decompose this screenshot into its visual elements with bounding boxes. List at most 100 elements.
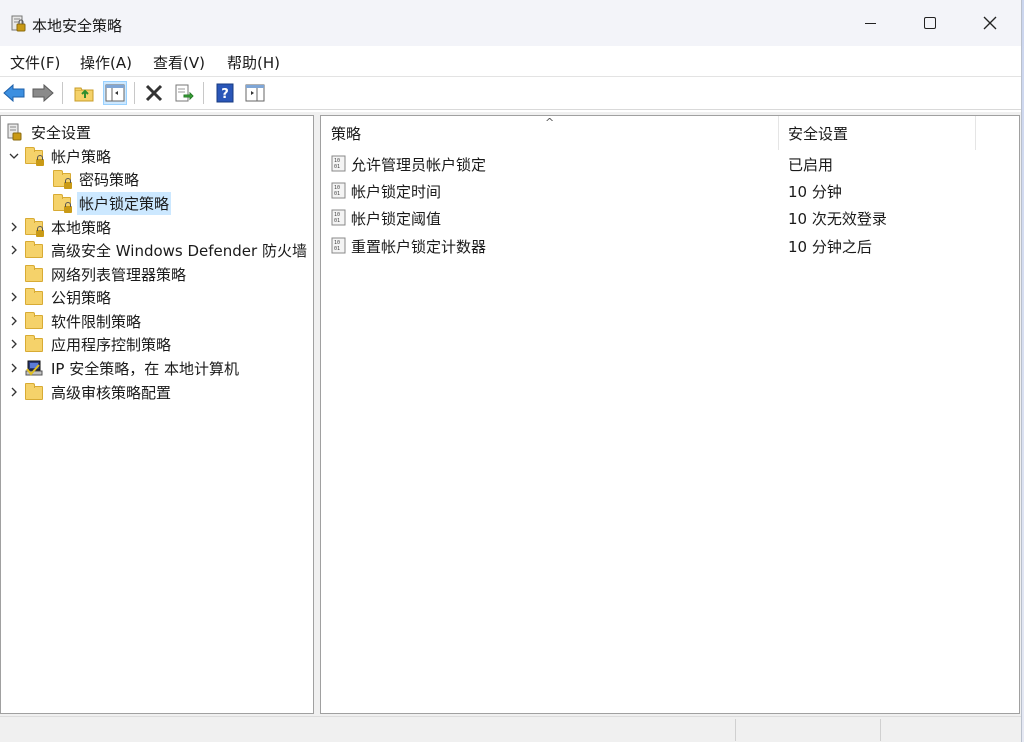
- menu-action[interactable]: 操作(A): [80, 52, 132, 73]
- delete-button[interactable]: [142, 81, 166, 105]
- policy-name: 帐户锁定阈值: [351, 210, 442, 228]
- policy-row[interactable]: 10 01 帐户锁定阈值 10 次无效登录: [321, 204, 1019, 231]
- menu-help[interactable]: 帮助(H): [227, 52, 280, 73]
- folder-lock-icon: [25, 218, 44, 237]
- maximize-button[interactable]: [900, 0, 960, 46]
- tree-item-ip-security[interactable]: IP 安全策略，在 本地计算机: [7, 357, 241, 379]
- close-button[interactable]: [960, 0, 1020, 46]
- status-bar: [0, 716, 1021, 742]
- policy-value: 10 次无效登录: [788, 210, 887, 228]
- tree-item-public-key-policies[interactable]: 公钥策略: [7, 286, 113, 308]
- tree-item-label: IP 安全策略，在 本地计算机: [51, 359, 240, 378]
- policy-row[interactable]: 10 01 帐户锁定时间 10 分钟: [321, 177, 1019, 204]
- menu-view[interactable]: 查看(V): [153, 52, 205, 73]
- tree-item-label: 软件限制策略: [51, 312, 142, 331]
- toolbar-separator: [203, 82, 204, 104]
- title-bar[interactable]: 本地安全策略: [0, 0, 1021, 46]
- show-hide-tree-button[interactable]: [103, 81, 127, 105]
- tree-item-label: 高级审核策略配置: [51, 383, 172, 402]
- up-folder-button[interactable]: [72, 81, 96, 105]
- svg-text:?: ?: [221, 87, 229, 102]
- tree-item-label: 高级安全 Windows Defender 防火墙: [51, 241, 307, 260]
- folder-lock-icon: [25, 147, 44, 166]
- tree-item-advanced-audit[interactable]: 高级审核策略配置: [7, 381, 173, 403]
- column-header-security-setting[interactable]: 安全设置: [780, 116, 976, 150]
- pane-area: 安全设置 帐户策略 密码策略 帐户锁定策略 本地策略 高级安全 Windows …: [0, 112, 1021, 716]
- help-button[interactable]: ?: [213, 81, 237, 105]
- chevron-right-icon[interactable]: [7, 239, 21, 261]
- toolbar: ?: [0, 77, 1021, 110]
- tree-item-network-list-manager[interactable]: 网络列表管理器策略: [25, 263, 188, 285]
- back-button[interactable]: [2, 81, 26, 105]
- toolbar-separator: [62, 82, 63, 104]
- policy-name: 重置帐户锁定计数器: [351, 238, 487, 256]
- chevron-right-icon[interactable]: [7, 286, 21, 308]
- console-tree-pane[interactable]: 安全设置 帐户策略 密码策略 帐户锁定策略 本地策略 高级安全 Windows …: [0, 115, 314, 714]
- back-icon: [3, 84, 25, 102]
- tree-item-software-restriction[interactable]: 软件限制策略: [7, 310, 143, 332]
- svg-text:01: 01: [334, 164, 340, 170]
- folder-icon: [25, 288, 43, 306]
- chevron-right-icon[interactable]: [7, 333, 21, 355]
- tree-item-label: 密码策略: [79, 170, 140, 189]
- tree-root-security-settings[interactable]: 安全设置: [5, 121, 93, 143]
- policy-value: 10 分钟: [788, 183, 842, 201]
- svg-text:01: 01: [334, 218, 340, 224]
- folder-lock-icon: [53, 170, 72, 189]
- list-header: ^ 策略 安全设置: [321, 116, 1019, 150]
- status-divider: [880, 719, 881, 741]
- column-header-policy[interactable]: 策略: [321, 116, 779, 150]
- chevron-right-icon[interactable]: [7, 357, 21, 379]
- policy-list-pane[interactable]: ^ 策略 安全设置 10 01 允许管理员帐户锁定 已启用 10 01 帐户锁定…: [320, 115, 1020, 714]
- policy-setting-icon: 10 01: [331, 237, 346, 254]
- svg-text:01: 01: [334, 191, 340, 197]
- tree-item-password-policy[interactable]: 密码策略: [53, 168, 141, 190]
- tree-item-app-control[interactable]: 应用程序控制策略: [7, 333, 173, 355]
- chevron-down-icon[interactable]: [7, 145, 21, 167]
- properties-button[interactable]: [243, 81, 267, 105]
- tree-item-label: 应用程序控制策略: [51, 335, 172, 354]
- folder-icon: [25, 335, 43, 353]
- folder-icon: [25, 241, 43, 259]
- security-settings-icon: [7, 123, 22, 141]
- properties-icon: [245, 84, 265, 102]
- tree-item-account-policies[interactable]: 帐户策略: [7, 145, 113, 167]
- close-icon: [983, 16, 997, 30]
- tree-item-defender-firewall[interactable]: 高级安全 Windows Defender 防火墙: [7, 239, 309, 261]
- tree-item-label: 网络列表管理器策略: [51, 265, 187, 284]
- policy-row[interactable]: 10 01 重置帐户锁定计数器 10 分钟之后: [321, 232, 1019, 259]
- security-policy-app-icon: [11, 15, 26, 32]
- forward-button[interactable]: [31, 81, 55, 105]
- tree-item-label: 公钥策略: [51, 288, 112, 307]
- chevron-right-icon[interactable]: [7, 381, 21, 403]
- window-title: 本地安全策略: [32, 17, 123, 35]
- folder-icon: [25, 383, 43, 401]
- folder-lock-icon: [53, 194, 72, 213]
- policy-value: 已启用: [788, 156, 834, 174]
- svg-text:01: 01: [334, 246, 340, 252]
- folder-icon: [25, 265, 43, 283]
- toolbar-separator: [134, 82, 135, 104]
- chevron-right-icon[interactable]: [7, 310, 21, 332]
- policy-name: 允许管理员帐户锁定: [351, 156, 487, 174]
- menu-file[interactable]: 文件(F): [10, 52, 60, 73]
- policy-name: 帐户锁定时间: [351, 183, 442, 201]
- delete-icon: [145, 84, 163, 102]
- tree-item-account-lockout-policy[interactable]: 帐户锁定策略: [53, 191, 172, 215]
- status-divider: [735, 719, 736, 741]
- minimize-icon: [864, 22, 876, 24]
- policy-setting-icon: 10 01: [331, 182, 346, 199]
- up-folder-icon: [74, 87, 94, 102]
- policy-row[interactable]: 10 01 允许管理员帐户锁定 已启用: [321, 150, 1019, 177]
- folder-icon: [25, 312, 43, 330]
- ip-security-icon: [25, 360, 43, 376]
- export-list-button[interactable]: [172, 81, 196, 105]
- export-list-icon: [175, 84, 194, 102]
- tree-item-label: 安全设置: [31, 123, 92, 142]
- chevron-right-icon[interactable]: [7, 216, 21, 238]
- minimize-button[interactable]: [840, 0, 900, 46]
- help-icon: ?: [216, 83, 234, 103]
- policy-value: 10 分钟之后: [788, 238, 872, 256]
- policy-setting-icon: 10 01: [331, 155, 346, 172]
- tree-item-local-policies[interactable]: 本地策略: [7, 216, 113, 238]
